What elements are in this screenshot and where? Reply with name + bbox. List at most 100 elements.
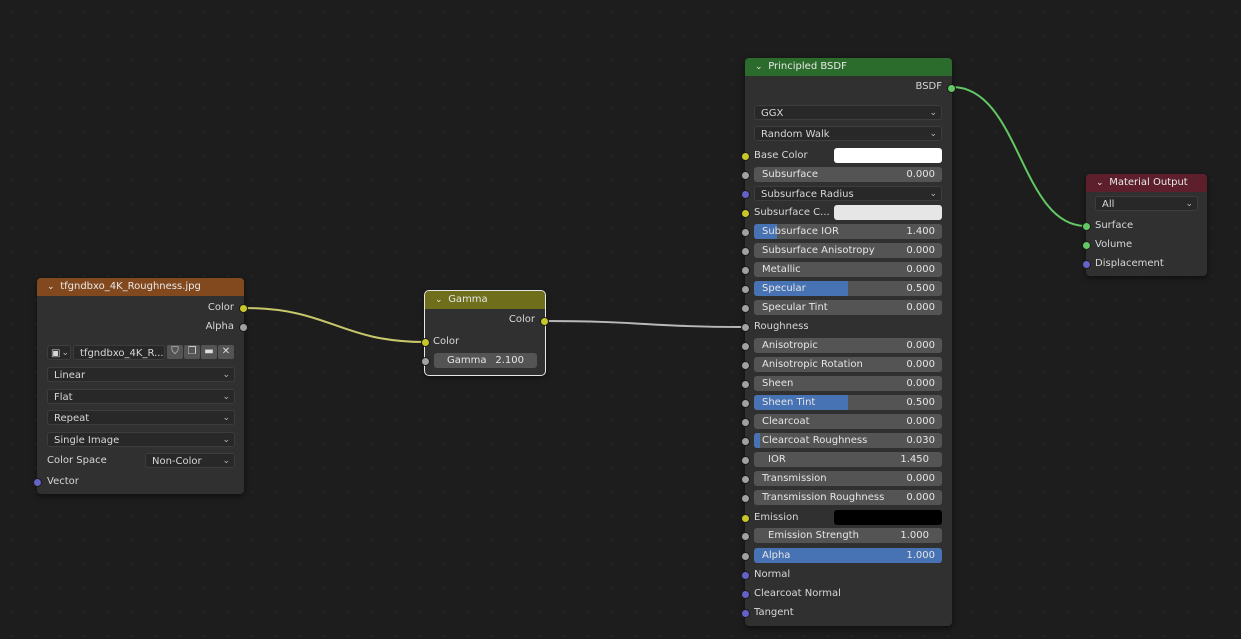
transmission-slider[interactable]: Transmission 0.000	[754, 471, 942, 486]
subsurface-anisotropy-socket[interactable]	[741, 247, 750, 256]
gamma-output-socket[interactable]	[540, 317, 549, 326]
subsurface-color-swatch[interactable]	[834, 205, 942, 220]
clearcoat-normal-socket[interactable]	[741, 590, 750, 599]
output-color-socket[interactable]	[239, 304, 248, 313]
clearcoat-roughness-label: Clearcoat Roughness	[762, 435, 868, 446]
sheen-tint-label: Sheen Tint	[762, 397, 816, 408]
ior-socket[interactable]	[741, 456, 750, 465]
open-folder-icon[interactable]: ▬	[201, 345, 217, 359]
displacement-input-socket[interactable]	[1082, 260, 1091, 269]
sheen-tint-socket[interactable]	[741, 399, 750, 408]
emission-color-swatch[interactable]	[834, 510, 942, 525]
gamma-node[interactable]: ⌄ Gamma Color Color Gamma 2.100	[421, 290, 549, 376]
output-node-header[interactable]: ⌄ Material Output	[1086, 174, 1207, 192]
duplicate-image-icon[interactable]: ❐	[184, 345, 200, 359]
subsurface-color-socket[interactable]	[741, 209, 750, 218]
anisotropic-rotation-slider[interactable]: Anisotropic Rotation 0.000	[754, 357, 942, 372]
input-vector-socket[interactable]	[33, 478, 42, 487]
clearcoat-roughness-value: 0.030	[906, 435, 935, 446]
subsurface-ior-socket[interactable]	[741, 228, 750, 237]
metallic-value: 0.000	[906, 264, 935, 275]
clearcoat-slider[interactable]: Clearcoat 0.000	[754, 414, 942, 429]
image-name-field[interactable]: tfgndbxo_4K_R...	[73, 345, 165, 360]
collapse-chevron-icon[interactable]: ⌄	[755, 58, 765, 76]
gamma-value-label: Gamma	[447, 355, 487, 366]
alpha-slider[interactable]: Alpha 1.000	[754, 548, 942, 563]
gamma-input-color-socket[interactable]	[421, 338, 430, 347]
anisotropic-rotation-value: 0.000	[906, 359, 935, 370]
anisotropic-socket[interactable]	[741, 342, 750, 351]
emission-socket[interactable]	[741, 514, 750, 523]
interpolation-dropdown[interactable]: Linear ⌄	[47, 367, 235, 382]
specular-socket[interactable]	[741, 285, 750, 294]
clearcoat-socket[interactable]	[741, 418, 750, 427]
subsurface-radius-dropdown[interactable]: Subsurface Radius ⌄	[754, 186, 942, 201]
surface-input-socket[interactable]	[1082, 222, 1091, 231]
volume-input-socket[interactable]	[1082, 241, 1091, 250]
sheen-slider[interactable]: Sheen 0.000	[754, 376, 942, 391]
subsurface-radius-socket[interactable]	[741, 190, 750, 199]
chevron-down-icon: ⌄	[222, 435, 230, 445]
transmission-roughness-socket[interactable]	[741, 494, 750, 503]
sheen-socket[interactable]	[741, 380, 750, 389]
unlink-close-icon[interactable]: ✕	[218, 345, 234, 359]
image-texture-node[interactable]: ⌄ tfgndbxo_4K_Roughness.jpg Color Alpha …	[33, 278, 248, 494]
alpha-value: 1.000	[906, 550, 935, 561]
chevron-down-icon: ⌄	[1185, 199, 1193, 209]
bsdf-node-header[interactable]: ⌄ Principled BSDF	[745, 58, 952, 76]
ior-slider[interactable]: IOR 1.450	[754, 452, 942, 467]
clearcoat-label: Clearcoat	[762, 416, 810, 427]
transmission-socket[interactable]	[741, 475, 750, 484]
transmission-roughness-slider[interactable]: Transmission Roughness 0.000	[754, 490, 942, 505]
subsurface-method-dropdown[interactable]: Random Walk ⌄	[754, 126, 942, 141]
projection-dropdown[interactable]: Flat ⌄	[47, 389, 235, 404]
gamma-node-header[interactable]: ⌄ Gamma	[425, 291, 545, 309]
sheen-tint-slider[interactable]: Sheen Tint 0.500	[754, 395, 942, 410]
color-space-dropdown[interactable]: Non-Color ⌄	[145, 453, 235, 468]
output-alpha-socket[interactable]	[239, 323, 248, 332]
distribution-dropdown[interactable]: GGX ⌄	[754, 105, 942, 120]
emission-strength-socket[interactable]	[741, 532, 750, 541]
gamma-value-field[interactable]: Gamma 2.100	[434, 353, 537, 368]
chevron-down-icon: ⌄	[222, 370, 230, 380]
anisotropic-slider[interactable]: Anisotropic 0.000	[754, 338, 942, 353]
principled-bsdf-node[interactable]: ⌄ Principled BSDF BSDF GGX ⌄ Random Walk ⌄…	[741, 58, 956, 626]
specular-slider[interactable]: Specular 0.500	[754, 281, 942, 296]
base-color-socket[interactable]	[741, 152, 750, 161]
clearcoat-roughness-socket[interactable]	[741, 437, 750, 446]
emission-strength-slider[interactable]: Emission Strength 1.000	[754, 528, 942, 543]
normal-socket[interactable]	[741, 571, 750, 580]
base-color-swatch[interactable]	[834, 148, 942, 163]
metallic-slider[interactable]: Metallic 0.000	[754, 262, 942, 277]
gamma-input-gamma-socket[interactable]	[421, 357, 430, 366]
collapse-chevron-icon[interactable]: ⌄	[47, 278, 57, 296]
target-dropdown[interactable]: All ⌄	[1095, 196, 1198, 211]
subsurface-anisotropy-slider[interactable]: Subsurface Anisotropy 0.000	[754, 243, 942, 258]
subsurface-ior-slider[interactable]: Subsurface IOR 1.400	[754, 224, 942, 239]
emission-strength-value: 1.000	[900, 530, 929, 541]
extension-dropdown[interactable]: Repeat ⌄	[47, 410, 235, 425]
roughness-socket[interactable]	[741, 323, 750, 332]
subsurface-socket[interactable]	[741, 171, 750, 180]
alpha-socket[interactable]	[741, 552, 750, 561]
subsurface-slider[interactable]: Subsurface 0.000	[754, 167, 942, 182]
specular-tint-socket[interactable]	[741, 304, 750, 313]
material-output-node[interactable]: ⌄ Material Output All ⌄ Surface Volume Di…	[1082, 174, 1207, 276]
bsdf-output-socket[interactable]	[947, 84, 956, 93]
gamma-input-color-label: Color	[433, 336, 460, 347]
image-node-header[interactable]: ⌄ tfgndbxo_4K_Roughness.jpg	[37, 278, 244, 296]
alpha-label: Alpha	[762, 550, 791, 561]
collapse-chevron-icon[interactable]: ⌄	[435, 291, 445, 309]
fake-user-shield-icon[interactable]: ⛉	[167, 345, 183, 359]
source-dropdown[interactable]: Single Image ⌄	[47, 432, 235, 447]
metallic-socket[interactable]	[741, 266, 750, 275]
tangent-socket[interactable]	[741, 609, 750, 618]
clearcoat-roughness-slider[interactable]: Clearcoat Roughness 0.030	[754, 433, 942, 448]
specular-tint-slider[interactable]: Specular Tint 0.000	[754, 300, 942, 315]
transmission-roughness-value: 0.000	[906, 492, 935, 503]
image-type-dropdown[interactable]: ▣ ⌄	[47, 345, 71, 360]
collapse-chevron-icon[interactable]: ⌄	[1096, 174, 1106, 192]
sheen-tint-value: 0.500	[906, 397, 935, 408]
displacement-input-label: Displacement	[1095, 258, 1164, 269]
anisotropic-rotation-socket[interactable]	[741, 361, 750, 370]
